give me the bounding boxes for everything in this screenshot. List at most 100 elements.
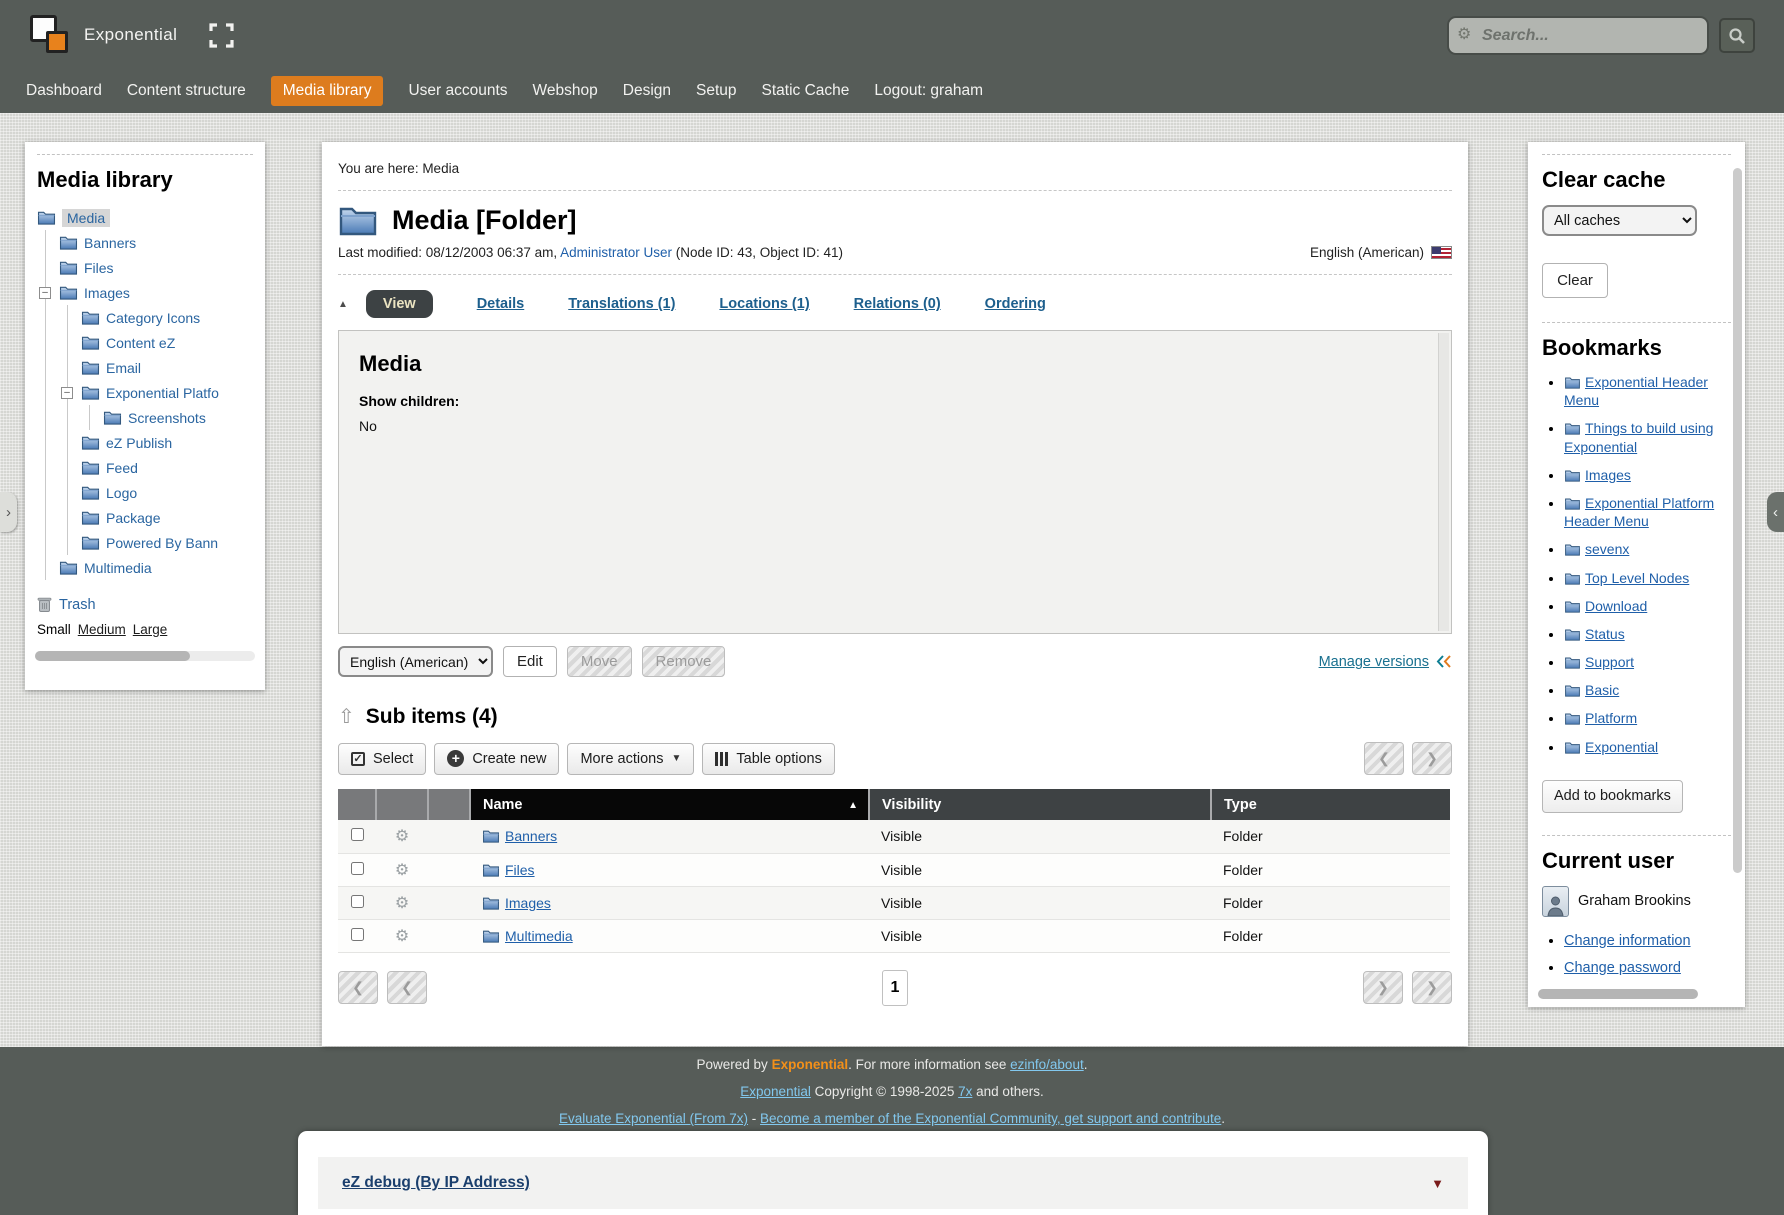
tree-item-label[interactable]: Powered By Bann bbox=[106, 535, 218, 551]
bookmark-link[interactable]: Exponential Platform Header Menu bbox=[1564, 495, 1714, 529]
change-information-link[interactable]: Change information bbox=[1564, 933, 1691, 949]
search-button[interactable] bbox=[1719, 18, 1755, 53]
tree-item-email[interactable]: Email bbox=[25, 355, 265, 380]
tab-view[interactable]: View bbox=[366, 290, 433, 318]
right-sidebar-vscrollbar[interactable] bbox=[1733, 168, 1742, 873]
change-password-link[interactable]: Change password bbox=[1564, 960, 1681, 976]
tree-item-multimedia[interactable]: Multimedia bbox=[25, 555, 265, 580]
manage-versions-link[interactable]: Manage versions bbox=[1319, 654, 1429, 670]
current-page[interactable]: 1 bbox=[882, 970, 908, 1006]
tree-item-label[interactable]: Media bbox=[62, 209, 110, 227]
tree-item-label[interactable]: Email bbox=[106, 360, 141, 376]
tree-item-label[interactable]: Exponential Platfo bbox=[106, 385, 219, 401]
nav-dashboard[interactable]: Dashboard bbox=[26, 82, 102, 100]
tree-item-label[interactable]: eZ Publish bbox=[106, 435, 172, 451]
bookmark-link[interactable]: sevenx bbox=[1585, 541, 1629, 557]
tab-translations[interactable]: Translations (1) bbox=[568, 296, 675, 312]
nav-logout[interactable]: Logout: graham bbox=[874, 82, 983, 100]
tree-item-label[interactable]: Content eZ bbox=[106, 335, 175, 351]
tree-item-files[interactable]: Files bbox=[25, 255, 265, 280]
tree-item-exponential-platform[interactable]: – Exponential Platfo bbox=[25, 380, 265, 405]
table-options-button[interactable]: Table options bbox=[702, 743, 834, 775]
bookmark-link[interactable]: Exponential Header Menu bbox=[1564, 374, 1708, 408]
gear-icon[interactable]: ⚙ bbox=[395, 928, 409, 945]
search-settings-icon[interactable]: ⚙ bbox=[1457, 24, 1471, 44]
gear-icon[interactable]: ⚙ bbox=[395, 828, 409, 845]
edit-button[interactable]: Edit bbox=[503, 646, 557, 677]
item-link[interactable]: Banners bbox=[505, 828, 557, 844]
item-link[interactable]: Files bbox=[505, 862, 535, 878]
nav-static-cache[interactable]: Static Cache bbox=[762, 82, 850, 100]
right-sidebar-hscrollbar[interactable] bbox=[1538, 989, 1698, 999]
row-checkbox[interactable] bbox=[351, 928, 364, 941]
tab-ordering[interactable]: Ordering bbox=[985, 296, 1046, 312]
left-sidebar-collapse-handle[interactable]: › bbox=[0, 492, 17, 532]
debug-link[interactable]: eZ debug (By IP Address) bbox=[342, 1174, 530, 1192]
bookmark-link[interactable]: Images bbox=[1585, 467, 1631, 483]
scrollbar-thumb[interactable] bbox=[35, 651, 190, 661]
tree-item-banners[interactable]: Banners bbox=[25, 230, 265, 255]
header-visibility[interactable]: Visibility bbox=[869, 789, 1211, 820]
sort-ascending-icon[interactable]: ▲ bbox=[848, 800, 858, 811]
tree-item-feed[interactable]: Feed bbox=[25, 455, 265, 480]
bookmark-link[interactable]: Support bbox=[1585, 654, 1634, 670]
search-input[interactable] bbox=[1447, 16, 1709, 55]
tree-item-logo[interactable]: Logo bbox=[25, 480, 265, 505]
more-actions-button[interactable]: More actions ▼ bbox=[567, 743, 694, 775]
fullscreen-icon[interactable] bbox=[209, 23, 234, 48]
tree-item-label[interactable]: Files bbox=[84, 260, 114, 276]
bookmark-link[interactable]: Download bbox=[1585, 598, 1647, 614]
nav-webshop[interactable]: Webshop bbox=[533, 82, 598, 100]
nav-design[interactable]: Design bbox=[623, 82, 671, 100]
bookmark-link[interactable]: Basic bbox=[1585, 682, 1619, 698]
bookmark-link[interactable]: Status bbox=[1585, 626, 1625, 642]
tab-details[interactable]: Details bbox=[477, 296, 525, 312]
trash-row[interactable]: Trash bbox=[25, 596, 265, 613]
tree-item-powered-by-banner[interactable]: Powered By Bann bbox=[25, 530, 265, 555]
view-panel-scrollbar[interactable] bbox=[1438, 333, 1449, 631]
tree-item-category-icons[interactable]: Category Icons bbox=[25, 305, 265, 330]
ezinfo-about-link[interactable]: ezinfo/about bbox=[1010, 1057, 1084, 1072]
nav-user-accounts[interactable]: User accounts bbox=[408, 82, 507, 100]
tree-item-ez-publish[interactable]: eZ Publish bbox=[25, 430, 265, 455]
collapse-up-arrow-icon[interactable]: ⇧ bbox=[338, 704, 355, 729]
row-checkbox[interactable] bbox=[351, 895, 364, 908]
tree-item-label[interactable]: Feed bbox=[106, 460, 138, 476]
row-checkbox[interactable] bbox=[351, 862, 364, 875]
tree-item-label[interactable]: Multimedia bbox=[84, 560, 152, 576]
tree-item-content-ez[interactable]: Content eZ bbox=[25, 330, 265, 355]
debug-toggle-icon[interactable]: ▼ bbox=[1431, 1176, 1444, 1191]
sevenx-link[interactable]: 7x bbox=[958, 1084, 972, 1099]
tab-locations[interactable]: Locations (1) bbox=[719, 296, 809, 312]
select-button[interactable]: ✓ Select bbox=[338, 743, 426, 775]
gear-icon[interactable]: ⚙ bbox=[395, 862, 409, 879]
tree-item-screenshots[interactable]: Screenshots bbox=[25, 405, 265, 430]
item-link[interactable]: Images bbox=[505, 895, 551, 911]
modified-by-user-link[interactable]: Administrator User bbox=[560, 245, 672, 260]
bookmark-link[interactable]: Top Level Nodes bbox=[1585, 570, 1689, 586]
collapse-toggle-icon[interactable]: – bbox=[39, 287, 51, 299]
cache-select[interactable]: All caches bbox=[1542, 205, 1697, 236]
tree-item-images[interactable]: – Images bbox=[25, 280, 265, 305]
community-link[interactable]: Become a member of the Exponential Commu… bbox=[760, 1111, 1221, 1126]
bookmark-link[interactable]: Things to build using Exponential bbox=[1564, 420, 1713, 454]
add-to-bookmarks-button[interactable]: Add to bookmarks bbox=[1542, 780, 1683, 813]
tree-item-package[interactable]: Package bbox=[25, 505, 265, 530]
nav-content-structure[interactable]: Content structure bbox=[127, 82, 246, 100]
gear-icon[interactable]: ⚙ bbox=[395, 895, 409, 912]
bookmark-link[interactable]: Exponential bbox=[1585, 739, 1658, 755]
right-sidebar-collapse-handle[interactable]: ‹ bbox=[1767, 492, 1784, 532]
collapse-triangle-icon[interactable]: ▲ bbox=[338, 299, 348, 310]
item-link[interactable]: Multimedia bbox=[505, 928, 573, 944]
tree-item-label[interactable]: Category Icons bbox=[106, 310, 200, 326]
size-medium-link[interactable]: Medium bbox=[78, 622, 126, 637]
tree-item-label[interactable]: Screenshots bbox=[128, 410, 206, 426]
tree-item-label[interactable]: Logo bbox=[106, 485, 137, 501]
nav-setup[interactable]: Setup bbox=[696, 82, 737, 100]
create-new-button[interactable]: + Create new bbox=[434, 743, 559, 775]
trash-link[interactable]: Trash bbox=[59, 597, 96, 613]
collapse-toggle-icon[interactable]: – bbox=[61, 387, 73, 399]
tab-relations[interactable]: Relations (0) bbox=[854, 296, 941, 312]
nav-media-library[interactable]: Media library bbox=[271, 76, 384, 106]
evaluate-link[interactable]: Evaluate Exponential (From 7x) bbox=[559, 1111, 748, 1126]
